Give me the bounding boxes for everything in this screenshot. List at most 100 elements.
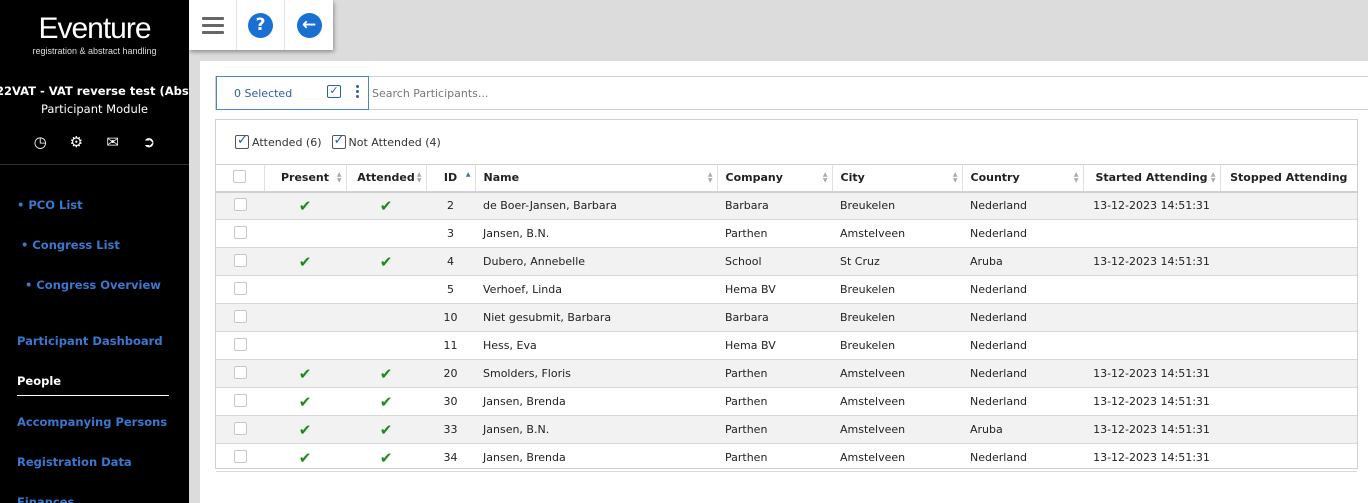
- row-checkbox[interactable]: [233, 449, 247, 463]
- row-select-cell[interactable]: [216, 388, 264, 416]
- nav-participant-dashboard[interactable]: Participant Dashboard: [0, 321, 189, 361]
- row-select-cell[interactable]: [216, 444, 264, 472]
- table-row[interactable]: ✔ ✔ 2 de Boer-Jansen, Barbara Barbara Breukel…: [216, 191, 1357, 220]
- attended-cell: ✔: [379, 392, 393, 411]
- header-stopped-attending[interactable]: Stopped Attending: [1220, 165, 1357, 192]
- row-select-cell[interactable]: [216, 304, 264, 332]
- header-city[interactable]: City ▲ ▼: [832, 164, 963, 192]
- nav-finances[interactable]: Finances: [0, 482, 189, 503]
- row-checkbox[interactable]: [233, 197, 247, 211]
- row-checkbox[interactable]: [233, 393, 247, 407]
- help-button[interactable]: ?: [237, 0, 285, 50]
- header-name[interactable]: Name ▲ ▼: [475, 164, 718, 192]
- table-row[interactable]: ✔ ✔ 34 Jansen, Brenda Parthen Amstelveen Neder…: [216, 444, 1357, 472]
- header-company[interactable]: Company ▲ ▼: [717, 164, 833, 192]
- logout-icon[interactable]: ➲: [139, 133, 159, 151]
- select-all-check-icon[interactable]: ✓: [327, 85, 341, 98]
- nav-pco-list[interactable]: • PCO List: [0, 185, 189, 225]
- id-cell: 5: [447, 283, 454, 296]
- select-all-checkbox[interactable]: [233, 169, 247, 183]
- attended-cell: [346, 332, 426, 360]
- row-checkbox[interactable]: [233, 365, 247, 379]
- table-row[interactable]: 3 Jansen, B.N. Parthen Amstelveen Nederland: [216, 220, 1357, 248]
- row-select-cell[interactable]: [216, 360, 264, 388]
- sidebar-divider: [0, 164, 189, 165]
- menu-button[interactable]: [189, 0, 237, 50]
- row-select-cell[interactable]: [216, 332, 264, 360]
- city-cell: Amstelveen: [840, 227, 906, 240]
- row-checkbox[interactable]: [233, 281, 247, 295]
- country-cell: Nederland: [970, 199, 1028, 213]
- header-attended[interactable]: Attended ▲ ▼: [346, 164, 427, 192]
- search-participants-input[interactable]: [372, 81, 972, 105]
- header-select-all[interactable]: [216, 164, 265, 192]
- company-cell: Hema BV: [725, 283, 776, 296]
- selection-box[interactable]: 0 Selected ✓: [216, 76, 369, 110]
- nav-registration-data[interactable]: Registration Data: [0, 442, 189, 482]
- city-cell: St Cruz: [840, 255, 880, 268]
- table-row[interactable]: ✔ ✔ 33 Jansen, B.N. Parthen Amstelveen Aruba 13…: [216, 415, 1357, 444]
- sort-icon: ▲ ▼: [416, 171, 422, 184]
- header-id[interactable]: ID ▲: [426, 164, 476, 192]
- header-started-attending[interactable]: Started Attending ▲ ▼: [1083, 164, 1221, 192]
- header-present[interactable]: Present ▲ ▼: [264, 164, 347, 192]
- started-attending-cell: 13-12-2023 14:51:31: [1093, 451, 1210, 464]
- row-select-cell[interactable]: [216, 220, 264, 248]
- sidebar-nav: • PCO List • Congress List • Congress Ov…: [0, 185, 189, 503]
- row-select-cell[interactable]: [216, 192, 264, 220]
- row-checkbox[interactable]: [233, 225, 247, 239]
- table-row[interactable]: ✔ ✔ 30 Jansen, Brenda Parthen Amstelveen Neder…: [216, 388, 1357, 416]
- name-cell: de Boer-Jansen, Barbara: [483, 199, 617, 213]
- table-row[interactable]: 11 Hess, Eva Hema BV Breukelen Nederland: [216, 332, 1357, 360]
- eventure-logo[interactable]: Eventure registration & abstract handlin…: [0, 0, 189, 70]
- row-checkbox[interactable]: [233, 309, 247, 323]
- started-attending-cell: 13-12-2023 14:51:31: [1093, 367, 1210, 380]
- main-panel: 0 Selected ✓ Attended (6) Not Attended (…: [200, 61, 1368, 503]
- table-row[interactable]: ✔ ✔ 4 Dubero, Annebelle School St Cruz Aruba 13…: [216, 247, 1357, 276]
- table-row[interactable]: 5 Verhoef, Linda Hema BV Breukelen Nederland: [216, 276, 1357, 304]
- sidebar: Eventure registration & abstract handlin…: [0, 0, 189, 503]
- table-row[interactable]: ✔ ✔ 20 Smolders, Floris Parthen Amstelveen Ned…: [216, 359, 1357, 388]
- name-cell: Smolders, Floris: [483, 367, 571, 380]
- table-row[interactable]: 10 Niet gesubmit, Barbara Barbara Breukelen…: [216, 303, 1357, 332]
- filter-not-attended[interactable]: Not Attended (4): [331, 133, 441, 149]
- help-icon: ?: [248, 12, 273, 38]
- participants-grid: Attended (6) Not Attended (4) Present▲▼ …: [215, 119, 1358, 472]
- company-cell: Parthen: [725, 367, 768, 380]
- attended-cell: [346, 304, 426, 332]
- envelope-icon[interactable]: ✉: [103, 133, 123, 151]
- nav-accompanying-persons[interactable]: Accompanying Persons: [0, 402, 189, 442]
- row-select-cell[interactable]: [216, 248, 264, 276]
- back-button[interactable]: ←: [285, 0, 333, 50]
- top-toolbar: ? ←: [189, 0, 333, 50]
- row-checkbox[interactable]: [233, 253, 247, 267]
- row-select-cell[interactable]: [216, 416, 264, 444]
- nav-congress-overview[interactable]: • Congress Overview: [0, 265, 189, 305]
- country-cell: Aruba: [970, 423, 1003, 436]
- filter-attended-checkbox[interactable]: [235, 133, 249, 149]
- attended-cell: ✔: [379, 420, 393, 439]
- filter-attended[interactable]: Attended (6): [235, 133, 322, 149]
- present-cell: ✔: [298, 252, 312, 271]
- gear-icon[interactable]: ⚙: [66, 133, 86, 151]
- header-country[interactable]: Country ▲ ▼: [962, 164, 1084, 192]
- row-checkbox[interactable]: [233, 337, 247, 351]
- sort-icon: ▲ ▼: [822, 171, 828, 184]
- present-cell: [264, 220, 346, 248]
- attended-cell: ✔: [379, 364, 393, 383]
- logo-subtitle: registration & abstract handling: [32, 46, 157, 56]
- filter-not-attended-checkbox[interactable]: [331, 133, 346, 149]
- row-checkbox[interactable]: [233, 421, 247, 435]
- nav-congress-list[interactable]: • Congress List: [0, 225, 189, 265]
- clock-icon[interactable]: ◷: [30, 133, 50, 151]
- city-cell: Breukelen: [840, 339, 896, 352]
- city-cell: Breukelen: [840, 199, 896, 213]
- id-cell: 33: [443, 423, 458, 436]
- row-select-cell[interactable]: [216, 276, 264, 304]
- country-cell: Nederland: [970, 367, 1028, 380]
- company-cell: Barbara: [725, 199, 769, 213]
- stopped-attending-cell: [1220, 444, 1357, 472]
- selection-search-bar: 0 Selected ✓: [215, 76, 1368, 110]
- name-cell: Verhoef, Linda: [483, 283, 562, 296]
- more-options-icon[interactable]: [356, 85, 360, 98]
